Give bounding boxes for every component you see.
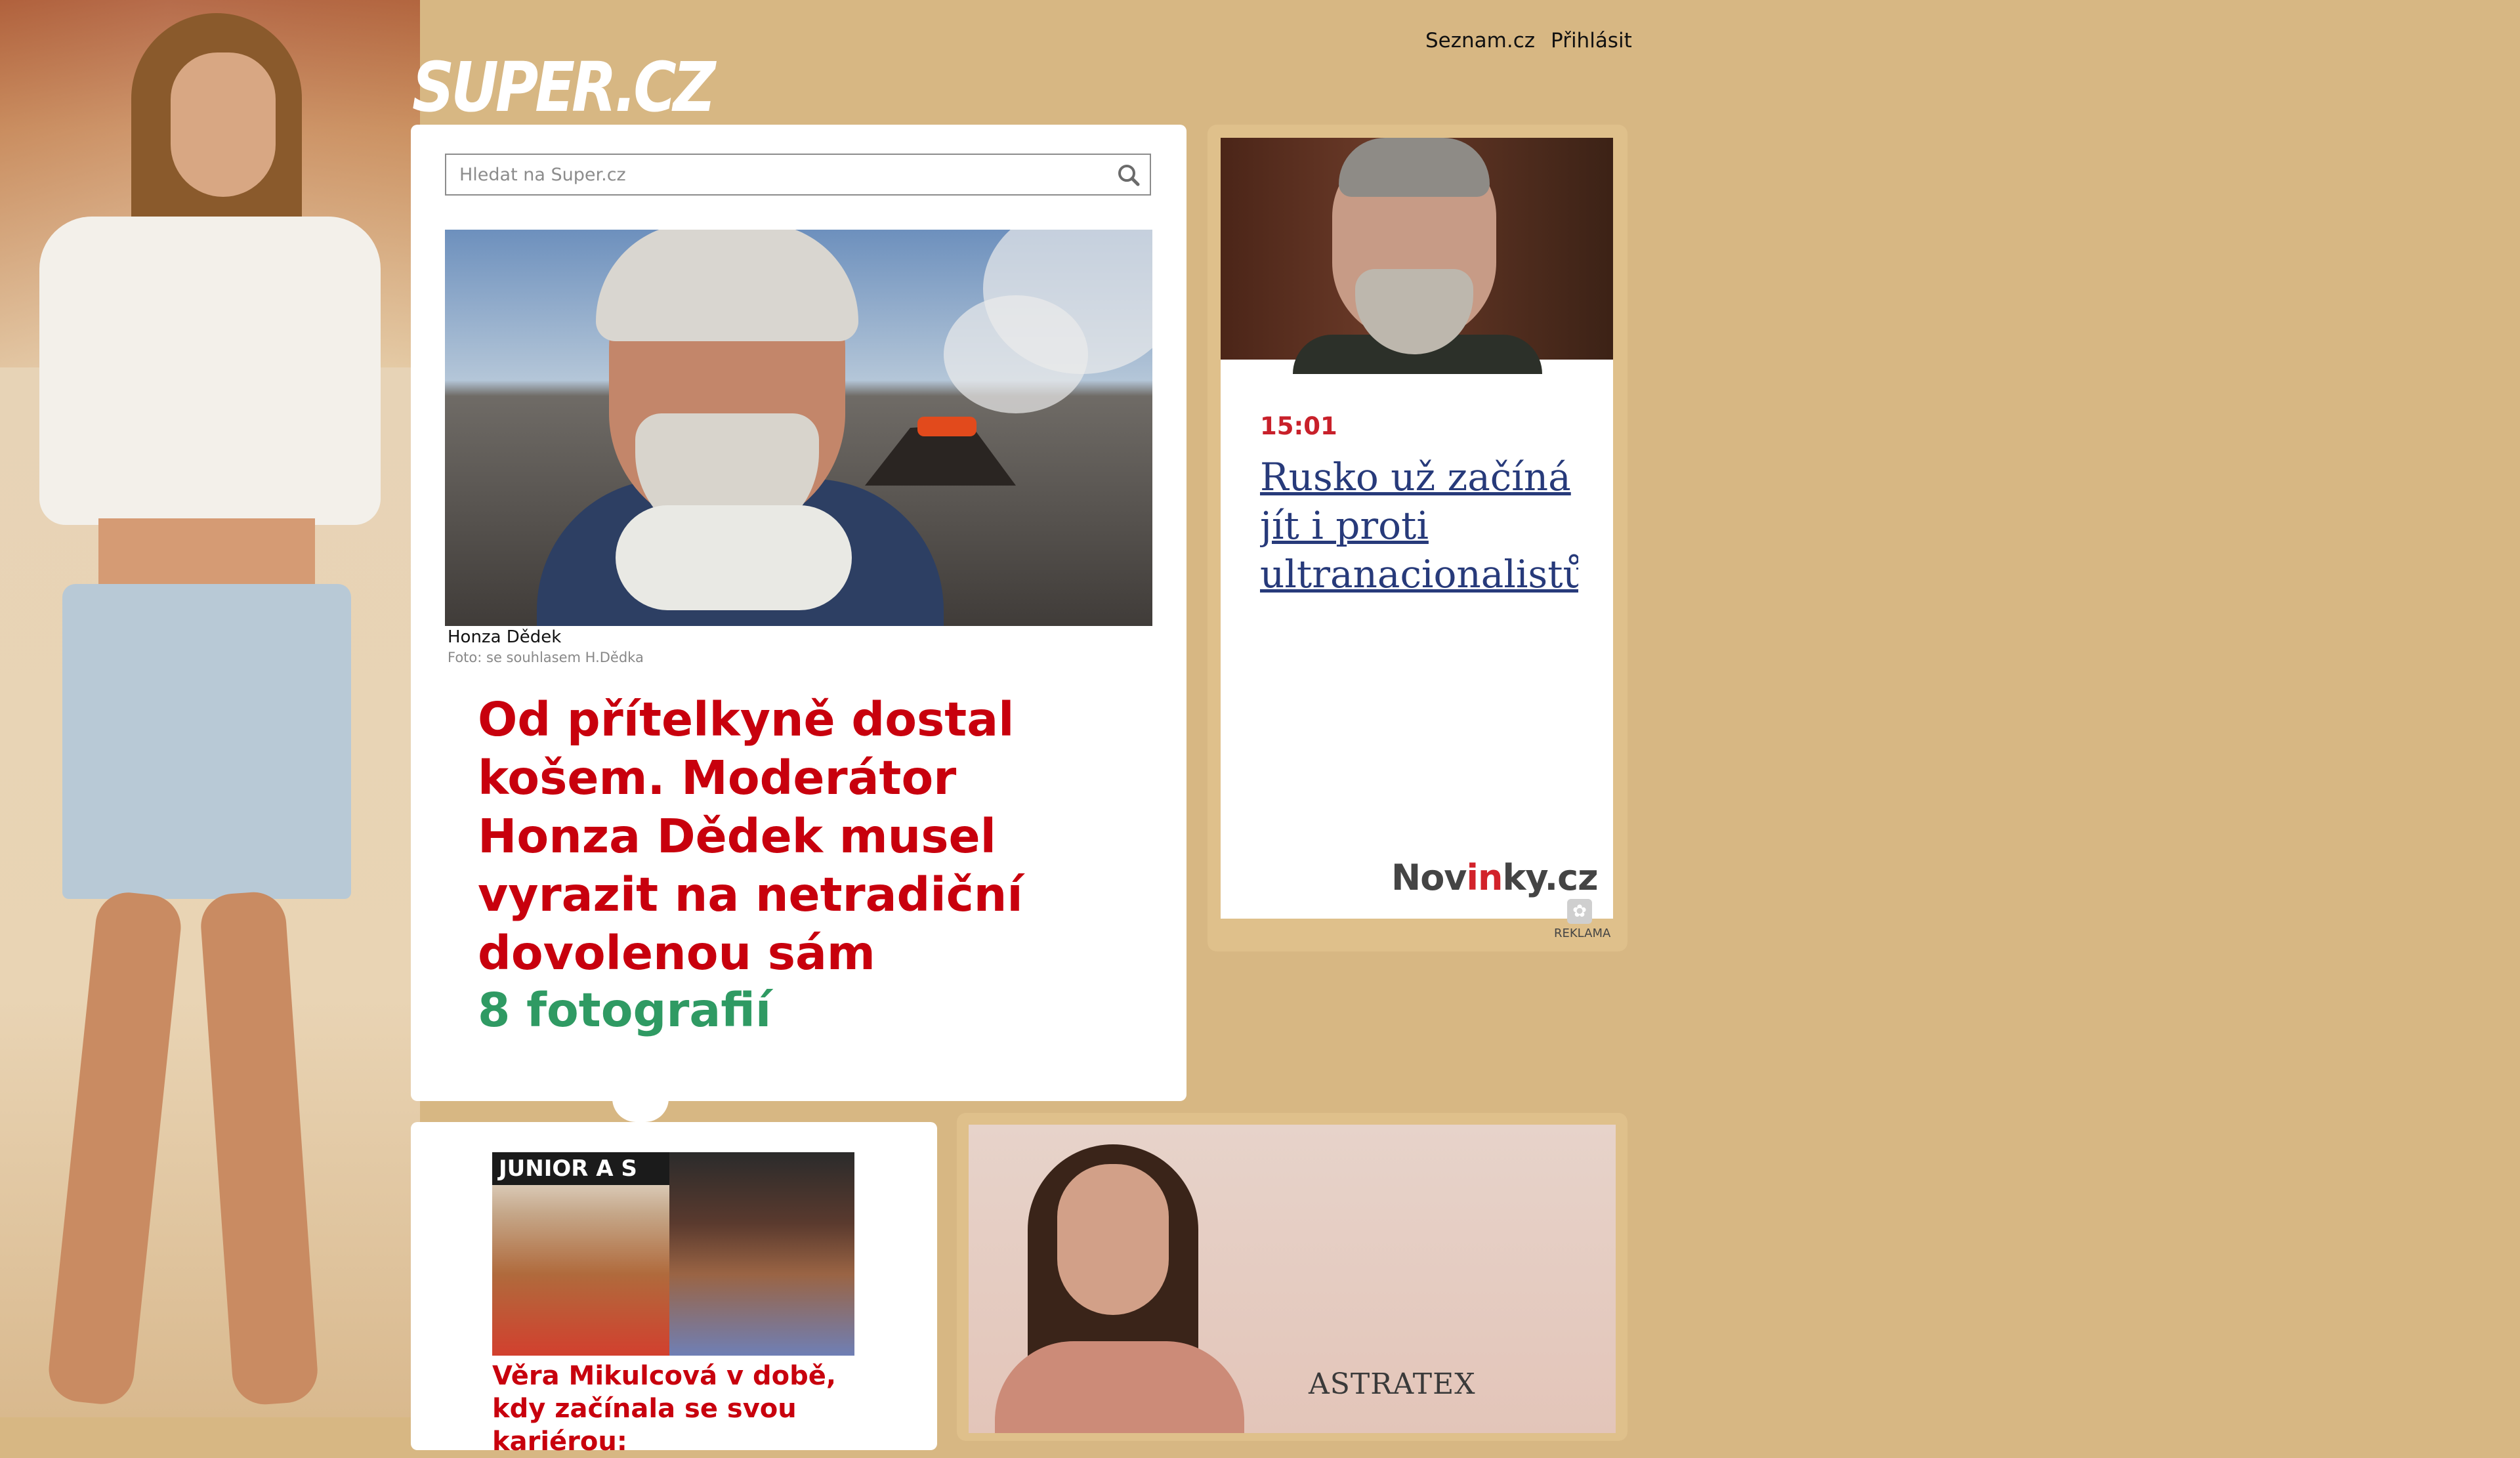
novinky-logo-part: in (1466, 857, 1503, 898)
login-link[interactable]: Přihlásit (1551, 29, 1632, 52)
hero-image[interactable] (445, 230, 1152, 626)
novinky-logo: Novinky.cz (1391, 857, 1599, 898)
volcano-smoke (944, 295, 1088, 413)
image-banner-text: JUNIOR A S (492, 1152, 669, 1185)
search-input[interactable] (446, 155, 1089, 194)
secondary-headline-link[interactable]: Věra Mikulcová v době, kdy začínala se s… (492, 1360, 860, 1458)
novinky-logo-part: Nov (1391, 857, 1467, 898)
image-caption: Honza Dědek (448, 627, 562, 647)
search-icon (1118, 165, 1140, 186)
main-article-card: Honza Dědek Foto: se souhlasem H.Dědka O… (411, 125, 1186, 1101)
ad-time: 15:01 (1260, 412, 1337, 440)
ad-title-link[interactable]: Rusko už začíná jít i proti ultranaciona… (1260, 453, 1578, 604)
secondary-article-image[interactable]: JUNIOR A S (492, 1152, 854, 1356)
lava (917, 417, 976, 436)
man-hair (596, 230, 858, 341)
card-pointer-tab (612, 1098, 669, 1122)
main-headline-link[interactable]: Od přítelkyně dostal košem. Moderátor Ho… (478, 690, 1121, 982)
ad-choices-icon[interactable]: ✿ (1567, 899, 1592, 924)
woman-white-top (39, 217, 381, 525)
secondary-article-card: JUNIOR A S Věra Mikulcová v době, kdy za… (411, 1122, 937, 1457)
branding-background-photo[interactable] (0, 0, 420, 1417)
site-logo[interactable]: SUPER.CZ (412, 51, 716, 123)
ad-label: REKLAMA (1554, 927, 1611, 940)
woman-denim-skirt (62, 584, 351, 899)
model-body (995, 1341, 1244, 1433)
woman-face (171, 52, 276, 197)
novinky-ad: 15:01 Rusko už začíná jít i proti ultran… (1208, 125, 1628, 951)
search-box (445, 154, 1151, 196)
novinky-ad-content[interactable]: 15:01 Rusko už začíná jít i proti ultran… (1221, 138, 1613, 919)
seznam-link[interactable]: Seznam.cz (1425, 29, 1535, 52)
man-hair (1339, 138, 1490, 197)
novinky-logo-part: ky.cz (1502, 857, 1598, 898)
man-scarf (616, 505, 852, 610)
novinky-ad-photo (1221, 138, 1613, 374)
photo-count-link[interactable]: 8 fotografií (478, 981, 771, 1039)
model-face (1057, 1164, 1169, 1315)
astratex-ad: ASTRATEX (957, 1113, 1628, 1441)
top-nav: Seznam.cz Přihlásit (1425, 29, 1648, 52)
search-button[interactable] (1108, 155, 1150, 194)
astratex-logo: ASTRATEX (1309, 1367, 1476, 1401)
image-credit: Foto: se souhlasem H.Dědka (448, 650, 644, 665)
image-right-half (669, 1152, 854, 1356)
astratex-ad-content[interactable]: ASTRATEX (969, 1125, 1616, 1433)
image-left-half: JUNIOR A S (492, 1152, 669, 1356)
